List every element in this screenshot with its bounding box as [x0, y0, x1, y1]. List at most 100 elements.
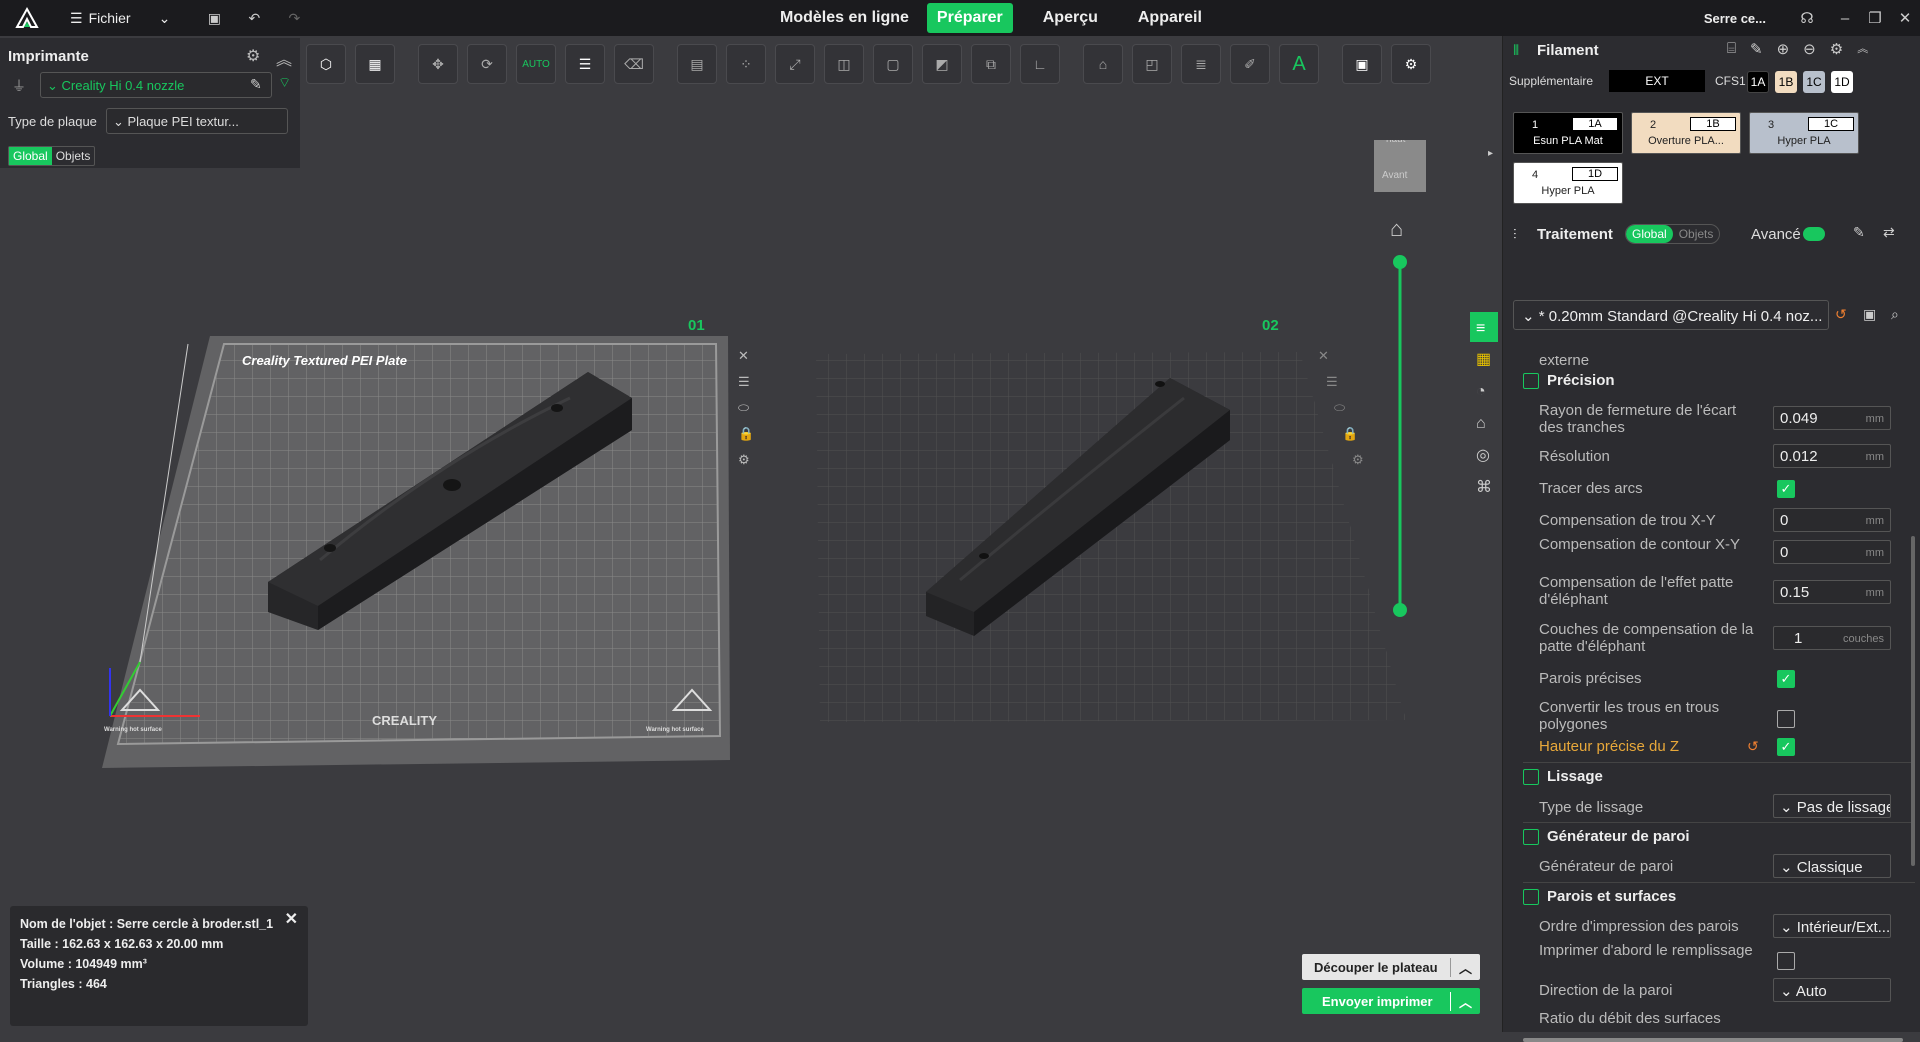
- plate-slicing-icon[interactable]: ▣: [1342, 44, 1382, 84]
- 3d-viewport[interactable]: 01 Creality Textured PEI Plate CREALITY …: [0, 140, 1500, 1032]
- filament-slot-4[interactable]: 4 1D Hyper PLA: [1513, 162, 1623, 204]
- layers-icon[interactable]: ≡: [1476, 320, 1485, 337]
- settings-hscrollbar[interactable]: [1523, 1038, 1903, 1042]
- orient-plate-2-icon[interactable]: ⬭: [1334, 400, 1345, 415]
- chip-1b[interactable]: 1B: [1775, 71, 1797, 93]
- boolean-icon[interactable]: ⧉: [971, 44, 1011, 84]
- search-icon[interactable]: ⌕: [1891, 306, 1899, 323]
- send-dropdown-icon[interactable]: ︿: [1449, 991, 1480, 1011]
- remove-filament-icon[interactable]: ⊖: [1803, 40, 1816, 58]
- filament-slot-2[interactable]: 2 1B Overture PLA...: [1631, 112, 1741, 154]
- contour-comp-input[interactable]: 0 mm: [1773, 540, 1891, 564]
- maximize-icon[interactable]: ❐: [1860, 9, 1890, 27]
- add-plate-icon[interactable]: ▦: [355, 44, 395, 84]
- lock-plate-2-icon[interactable]: 🔒: [1342, 426, 1358, 441]
- orient-plate-icon[interactable]: ⬭: [738, 400, 749, 415]
- split-icon[interactable]: ▤: [677, 44, 717, 84]
- arc-checkbox[interactable]: ✓: [1777, 480, 1795, 498]
- arrange-icon[interactable]: ⟳: [467, 44, 507, 84]
- ironing-type-select[interactable]: ⌄ Pas de lissage: [1773, 794, 1891, 818]
- box-icon[interactable]: ◫: [824, 44, 864, 84]
- close-info-icon[interactable]: ✕: [285, 910, 298, 930]
- erase-icon[interactable]: ⌫: [614, 44, 654, 84]
- poly-holes-checkbox[interactable]: [1777, 710, 1795, 728]
- plate-type-select[interactable]: ⌄ Plaque PEI textur...: [106, 108, 288, 134]
- expand-panel-icon[interactable]: ▸: [1488, 148, 1493, 159]
- arrange-plate-2-icon[interactable]: ☰: [1326, 374, 1338, 389]
- undo-icon[interactable]: ↶: [240, 4, 268, 32]
- settings-plate-2-icon[interactable]: ⚙: [1352, 452, 1364, 467]
- filament-slot-1[interactable]: 1 1A Esun PLA Mat: [1513, 112, 1623, 154]
- filament-slot-3[interactable]: 3 1C Hyper PLA: [1749, 112, 1859, 154]
- layout-icon[interactable]: ☰: [565, 44, 605, 84]
- slice-plate-button[interactable]: Découper le plateau ︿: [1302, 954, 1480, 980]
- wall-generator-select[interactable]: ⌄ Classique: [1773, 854, 1891, 878]
- slice-gap-input[interactable]: 0.049 mm: [1773, 406, 1891, 430]
- resolution-input[interactable]: 0.012 mm: [1773, 444, 1891, 468]
- collapse-filament-icon[interactable]: ︽: [1857, 40, 1868, 58]
- reset-profile-icon[interactable]: ↺: [1835, 306, 1847, 323]
- file-menu[interactable]: ☰ Fichier ⌄: [70, 10, 170, 27]
- chip-1a[interactable]: 1A: [1747, 71, 1769, 93]
- tab-device[interactable]: Appareil: [1128, 3, 1212, 33]
- collapse-icon[interactable]: ︽: [276, 46, 292, 70]
- process-scope-global[interactable]: Global: [1626, 225, 1673, 243]
- slice-dropdown-icon[interactable]: ︿: [1449, 957, 1480, 977]
- process-profile-select[interactable]: ⌄ * 0.20mm Standard @Creality Hi 0.4 noz…: [1513, 300, 1829, 330]
- wall-direction-select[interactable]: ⌄ Auto: [1773, 978, 1891, 1002]
- build-plate-1[interactable]: 01 Creality Textured PEI Plate CREALITY …: [102, 317, 730, 768]
- send-print-button[interactable]: Envoyer imprimer ︿: [1302, 988, 1480, 1014]
- device-name[interactable]: Serre ce...: [1704, 11, 1766, 26]
- wall-order-select[interactable]: ⌄ Intérieur/Ext...: [1773, 914, 1891, 938]
- chip-1d[interactable]: 1D: [1831, 71, 1853, 93]
- elephant-layers-input[interactable]: 1 couches: [1773, 626, 1891, 650]
- tab-prepare[interactable]: Préparer: [926, 3, 1013, 33]
- ext-slot[interactable]: EXT: [1609, 70, 1705, 92]
- grid-view-icon[interactable]: ▦: [1476, 351, 1491, 368]
- settings-list[interactable]: externe Précision Rayon de fermeture de …: [1513, 356, 1915, 1041]
- infill-first-checkbox[interactable]: [1777, 952, 1795, 970]
- orient-icon[interactable]: ✥: [418, 44, 458, 84]
- chip-1c[interactable]: 1C: [1803, 71, 1825, 93]
- paint-icon[interactable]: ✐: [1230, 44, 1270, 84]
- headset-icon[interactable]: ☊: [1792, 9, 1822, 27]
- add-object-icon[interactable]: ⬡: [306, 44, 346, 84]
- ai-icon[interactable]: ⚙: [1391, 44, 1431, 84]
- filament-sync-icon[interactable]: ⌸: [1727, 40, 1736, 58]
- hollow-icon[interactable]: ▢: [873, 44, 913, 84]
- support-icon[interactable]: ⌂: [1083, 44, 1123, 84]
- elephant-foot-input[interactable]: 0.15 mm: [1773, 580, 1891, 604]
- add-filament-icon[interactable]: ⊕: [1777, 40, 1790, 58]
- advanced-toggle[interactable]: [1803, 227, 1825, 241]
- process-compare-icon[interactable]: ⇄: [1883, 224, 1895, 241]
- printer-select[interactable]: ⌄ Creality Hi 0.4 nozzle: [40, 72, 272, 98]
- speed-icon[interactable]: ◔: [1476, 383, 1486, 400]
- cut-icon[interactable]: ◩: [922, 44, 962, 84]
- text-icon[interactable]: A: [1279, 44, 1319, 84]
- filament-brush-icon[interactable]: ✎: [1750, 40, 1763, 58]
- nodes-icon[interactable]: ⌘: [1476, 479, 1492, 496]
- tab-preview[interactable]: Aperçu: [1033, 3, 1108, 33]
- redo-icon[interactable]: ↷: [280, 4, 308, 32]
- edit-icon[interactable]: ✎: [250, 76, 262, 93]
- grid-icon[interactable]: ⁘: [726, 44, 766, 84]
- settings-plate-icon[interactable]: ⚙: [738, 452, 750, 467]
- view-cube[interactable]: haut Avant: [1374, 140, 1426, 192]
- process-paint-icon[interactable]: ✎: [1853, 224, 1865, 241]
- precise-z-checkbox[interactable]: ✓: [1777, 738, 1795, 756]
- settings-vscrollbar[interactable]: [1911, 536, 1915, 866]
- close-plate-2-icon[interactable]: ✕: [1318, 348, 1329, 363]
- close-plate-icon[interactable]: ✕: [738, 348, 749, 363]
- target-icon[interactable]: ◎: [1476, 447, 1490, 464]
- precise-walls-checkbox[interactable]: ✓: [1777, 670, 1795, 688]
- hole-comp-input[interactable]: 0 mm: [1773, 508, 1891, 532]
- measure-icon[interactable]: ∟: [1020, 44, 1060, 84]
- auto-orient-icon[interactable]: AUTO: [516, 44, 556, 84]
- save-profile-icon[interactable]: ▣: [1863, 306, 1876, 323]
- layer-slider[interactable]: [1393, 255, 1407, 617]
- reset-precise-z-icon[interactable]: ↺: [1747, 738, 1759, 755]
- arrange-plate-icon[interactable]: ☰: [738, 374, 750, 389]
- scale-icon[interactable]: ⤢: [775, 44, 815, 84]
- support-view-icon[interactable]: ⌂: [1476, 415, 1486, 432]
- lock-plate-icon[interactable]: 🔒: [738, 426, 754, 441]
